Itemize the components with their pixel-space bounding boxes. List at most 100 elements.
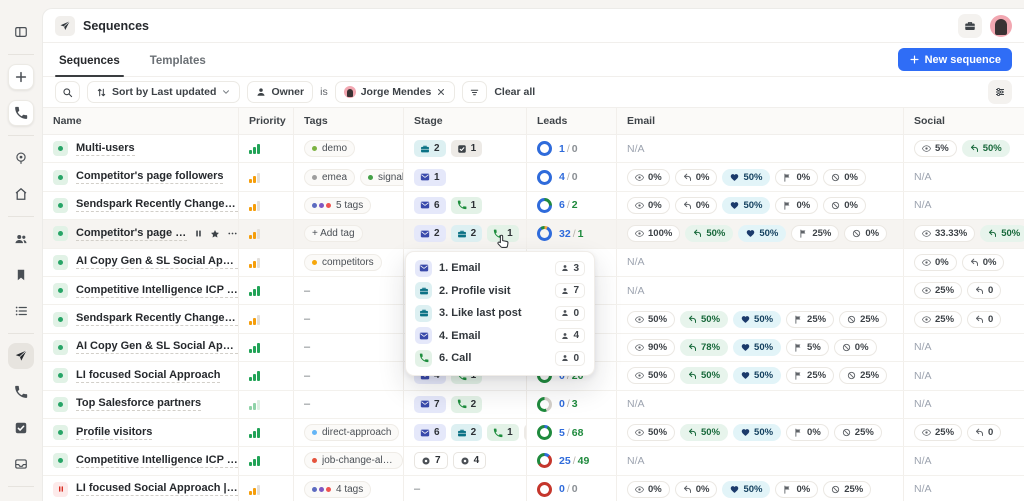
cell-name: Competitive Intelligence ICP - Recent…	[43, 447, 239, 474]
sequence-name-link[interactable]: LI focused Social Approach	[76, 369, 220, 383]
stage-chip-phone[interactable]: 1	[451, 197, 483, 214]
popup-step-item[interactable]: 3. Like last post0	[412, 302, 588, 325]
sort-dropdown[interactable]: Sort by Last updated	[87, 81, 240, 103]
stage-chip-briefcase[interactable]: 2	[451, 424, 483, 441]
owner-filter-field[interactable]: Owner	[247, 81, 313, 103]
column-header-social[interactable]: Social	[904, 108, 1024, 134]
table-row[interactable]: LI focused Social Approach | Apr24 tags–…	[43, 476, 1024, 501]
popup-step-item[interactable]: 4. Email4	[412, 325, 588, 348]
app-root: Sequences SequencesTemplates New sequenc…	[0, 0, 1024, 501]
table-row[interactable]: Profile visitorsdirect-approach62115/685…	[43, 419, 1024, 447]
user-avatar[interactable]	[990, 15, 1012, 37]
owner-filter-value[interactable]: Jorge Mendes	[335, 81, 456, 103]
metric-chip-flag: 25%	[791, 225, 839, 242]
sequence-name-link[interactable]: AI Copy Gen & SL Social Approach | S…	[76, 255, 238, 269]
clear-all-button[interactable]: Clear all	[494, 86, 535, 98]
new-sequence-button[interactable]: New sequence	[898, 48, 1012, 71]
table-row[interactable]: Multi-usersdemo211/0N/A5%50%	[43, 135, 1024, 163]
pause-button[interactable]	[194, 229, 203, 238]
sidebar-item-sequences[interactable]	[8, 343, 34, 369]
column-header-name[interactable]: Name	[43, 108, 239, 134]
search-button[interactable]	[55, 81, 80, 103]
sidebar-item-calls[interactable]	[8, 379, 34, 405]
tag-pill[interactable]: job-change-alerts	[304, 452, 403, 469]
priority-indicator	[249, 342, 260, 353]
tag-pill[interactable]: competitors	[304, 254, 382, 271]
sidebar-item-lists[interactable]	[8, 298, 34, 324]
table-row[interactable]: Top Salesforce partners–720/3N/AN/A	[43, 391, 1024, 419]
stage-chip-phone[interactable]: 1	[487, 424, 519, 441]
status-active-dot	[53, 425, 68, 440]
cell-priority	[239, 305, 294, 332]
close-icon[interactable]	[436, 87, 446, 97]
tag-pill[interactable]: demo	[304, 140, 355, 157]
column-header-leads[interactable]: Leads	[527, 108, 617, 134]
tags-count-pill[interactable]: 4 tags	[304, 481, 371, 498]
stage-chip-phone[interactable]: 2	[451, 396, 483, 413]
sidebar-item-quick-add[interactable]	[8, 64, 34, 90]
sequence-name-link[interactable]: Profile visitors	[76, 426, 152, 440]
stage-chip-envelope[interactable]: 1	[414, 169, 446, 186]
metric-chip-reply: 50%	[980, 225, 1024, 242]
stage-chip-envelope[interactable]: 2	[414, 225, 446, 242]
sidebar-item-dialer[interactable]	[8, 100, 34, 126]
star-button[interactable]	[210, 229, 220, 239]
sequence-name-link[interactable]: Competitor's page follow…	[76, 227, 187, 241]
sequence-name-link[interactable]: Competitive Intelligence ICP - Recent…	[76, 284, 238, 298]
tag-pill[interactable]: emea	[304, 169, 355, 186]
column-header-priority[interactable]: Priority	[239, 108, 294, 134]
sidebar-item-toggle-sidebar[interactable]	[8, 19, 34, 45]
eye-icon	[922, 428, 931, 437]
tags-count-pill[interactable]: 5 tags	[304, 197, 371, 214]
cell-name: Profile visitors	[43, 419, 239, 446]
reply-icon	[975, 286, 984, 295]
sidebar-item-explore[interactable]	[8, 145, 34, 171]
stage-chip-envelope[interactable]: 7	[414, 396, 446, 413]
metric-chip-heart: 50%	[733, 311, 781, 328]
sequence-name-link[interactable]: LI focused Social Approach | Apr2	[76, 482, 238, 496]
stage-chip-circle[interactable]: 7	[414, 452, 448, 469]
cell-email: N/A	[617, 249, 904, 276]
sidebar-item-tasks[interactable]	[8, 415, 34, 441]
stage-chip-briefcase[interactable]: 2	[414, 140, 446, 157]
stage-chip-check[interactable]: 1	[451, 140, 483, 157]
sequence-name-link[interactable]: Sendspark Recently Changed Jobs |…	[76, 312, 238, 326]
stage-chip-circle[interactable]: 4	[453, 452, 487, 469]
workspace-button[interactable]	[958, 14, 982, 38]
column-settings-button[interactable]	[988, 80, 1012, 104]
stage-chip-envelope[interactable]: 6	[414, 197, 446, 214]
add-filter-button[interactable]	[462, 81, 487, 103]
sequence-name-link[interactable]: Competitor's page followers	[76, 170, 223, 184]
add-tag-button[interactable]: + Add tag	[304, 225, 363, 242]
tab-templates[interactable]: Templates	[146, 47, 210, 76]
sequence-name-link[interactable]: AI Copy Gen & SL Social Approach | S…	[76, 340, 238, 354]
metric-chip-eye: 0%	[627, 481, 670, 498]
column-header-stage[interactable]: Stage	[404, 108, 527, 134]
sidebar-item-contacts[interactable]	[8, 226, 34, 252]
table-row[interactable]: Competitor's page follow… + Add tag22132…	[43, 220, 1024, 248]
table-row[interactable]: Competitive Intelligence ICP - Recent… jo…	[43, 447, 1024, 475]
stage-chip-envelope[interactable]: 6	[414, 424, 446, 441]
popup-step-item[interactable]: 6. Call0	[412, 347, 588, 370]
stage-chip-briefcase[interactable]: 2	[451, 225, 483, 242]
sequence-name-link[interactable]: Multi-users	[76, 142, 135, 156]
sidebar-item-saved[interactable]	[8, 262, 34, 288]
tab-sequences[interactable]: Sequences	[55, 47, 124, 76]
sidebar-item-data[interactable]	[8, 496, 34, 501]
sequence-name-link[interactable]: Sendspark Recently Changed Jobs |…	[76, 198, 238, 212]
sequence-name-link[interactable]: Top Salesforce partners	[76, 397, 201, 411]
sequence-name-link[interactable]: Competitive Intelligence ICP - Recent…	[76, 454, 238, 468]
tag-pill[interactable]: direct-approach	[304, 424, 399, 441]
column-header-email[interactable]: Email	[617, 108, 904, 134]
table-row[interactable]: Competitor's page followersemeasignal…14…	[43, 163, 1024, 191]
sidebar-item-home[interactable]	[8, 181, 34, 207]
table-row[interactable]: Sendspark Recently Changed Jobs |… 5 tags…	[43, 192, 1024, 220]
tag-pill[interactable]: signal…	[360, 169, 404, 186]
popup-step-item[interactable]: 1. Email3	[412, 257, 588, 280]
stage-chip-phone[interactable]: 1	[487, 225, 519, 242]
column-header-tags[interactable]: Tags	[294, 108, 404, 134]
eye-icon	[635, 371, 644, 380]
more-options-button[interactable]	[227, 228, 238, 239]
sidebar-item-inbox[interactable]	[8, 451, 34, 477]
popup-step-item[interactable]: 2. Profile visit7	[412, 280, 588, 303]
